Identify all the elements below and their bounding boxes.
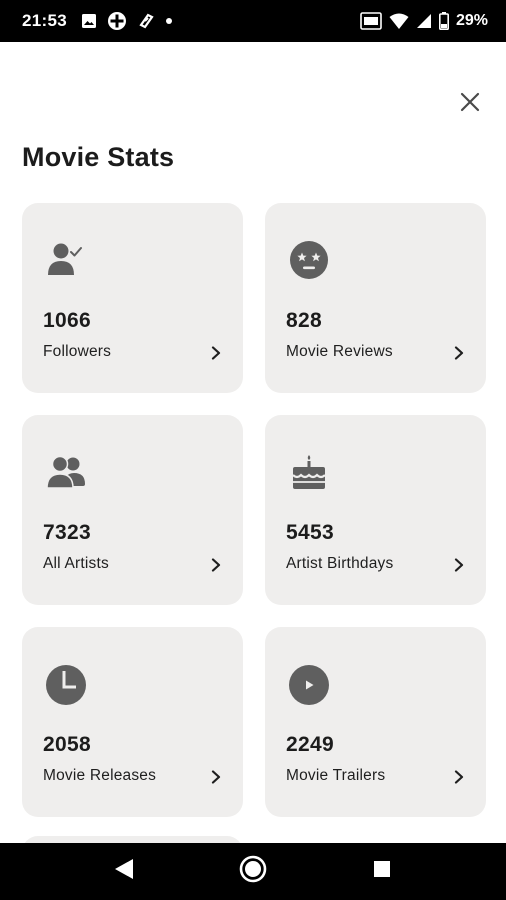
status-notification-icons bbox=[81, 11, 173, 31]
stat-label: Movie Reviews bbox=[286, 343, 393, 360]
link-icon bbox=[137, 12, 155, 30]
stat-value: 828 bbox=[286, 309, 322, 332]
stat-value: 2249 bbox=[286, 733, 334, 756]
stat-card-movie-trailers[interactable]: 2249 Movie Trailers bbox=[265, 627, 486, 817]
dot-icon bbox=[165, 17, 173, 25]
chevron-right-icon bbox=[207, 556, 225, 574]
chevron-right-icon bbox=[207, 344, 225, 362]
close-icon bbox=[459, 91, 481, 118]
stat-label: All Artists bbox=[43, 555, 109, 572]
stat-value: 2058 bbox=[43, 733, 91, 756]
cake-icon bbox=[287, 451, 331, 495]
stat-card-followers[interactable]: 1066 Followers bbox=[22, 203, 243, 393]
signal-icon bbox=[416, 13, 432, 29]
chevron-right-icon bbox=[450, 344, 468, 362]
close-button[interactable] bbox=[452, 86, 488, 122]
stat-value: 5453 bbox=[286, 521, 334, 544]
stat-value: 1066 bbox=[43, 309, 91, 332]
image-icon bbox=[81, 13, 97, 29]
battery-percentage: 29% bbox=[455, 12, 488, 29]
stat-label: Followers bbox=[43, 343, 112, 360]
stat-card-artist-birthdays[interactable]: 5453 Artist Birthdays bbox=[265, 415, 486, 605]
stat-card-movie-reviews[interactable]: 828 Movie Reviews bbox=[265, 203, 486, 393]
recents-button[interactable] bbox=[362, 852, 402, 892]
stat-card-movie-releases[interactable]: 2058 Movie Releases bbox=[22, 627, 243, 817]
home-button[interactable] bbox=[233, 852, 273, 892]
clock-icon bbox=[44, 663, 88, 707]
back-triangle-icon bbox=[113, 857, 135, 886]
chevron-right-icon bbox=[207, 768, 225, 786]
back-button[interactable] bbox=[104, 852, 144, 892]
stat-label: Movie Trailers bbox=[286, 767, 386, 784]
wifi-icon bbox=[389, 12, 409, 30]
recents-square-icon bbox=[372, 859, 392, 884]
volte-icon bbox=[360, 12, 382, 30]
group-icon bbox=[44, 451, 88, 495]
stat-label: Movie Releases bbox=[43, 767, 157, 784]
play-circle-icon bbox=[287, 663, 331, 707]
chevron-right-icon bbox=[450, 556, 468, 574]
stat-label: Artist Birthdays bbox=[286, 555, 394, 572]
battery-icon bbox=[438, 12, 449, 30]
stat-value: 7323 bbox=[43, 521, 91, 544]
status-bar: 21:53 29% bbox=[0, 0, 506, 42]
chevron-right-icon bbox=[450, 768, 468, 786]
home-circle-icon bbox=[239, 855, 267, 888]
status-system-icons: 29% bbox=[360, 12, 488, 30]
stat-card-all-artists[interactable]: 7323 All Artists bbox=[22, 415, 243, 605]
user-check-icon bbox=[44, 239, 88, 283]
status-time: 21:53 bbox=[22, 11, 67, 30]
star-eyes-face-icon bbox=[287, 239, 331, 283]
page-title: Movie Stats bbox=[22, 142, 175, 172]
navigation-bar bbox=[0, 843, 506, 900]
game-controller-icon bbox=[107, 11, 127, 31]
